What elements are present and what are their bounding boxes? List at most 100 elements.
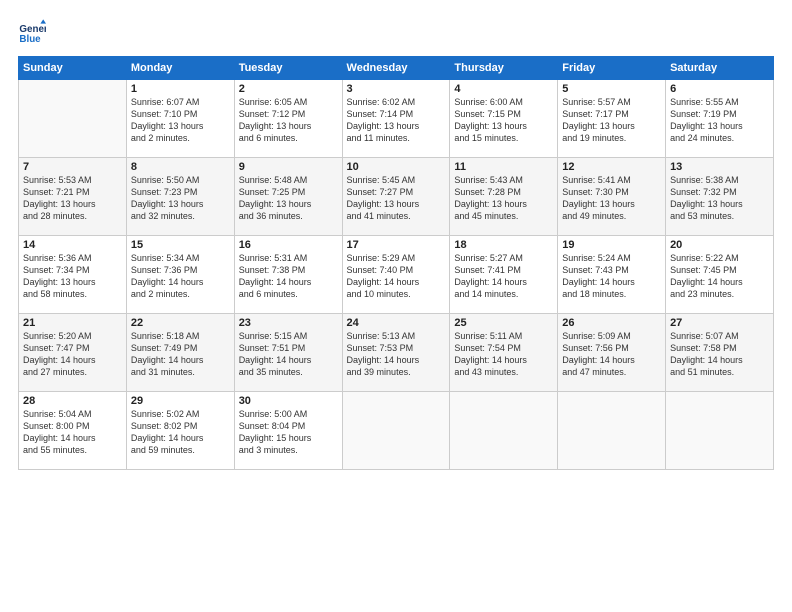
cell-info: Sunrise: 5:50 AM Sunset: 7:23 PM Dayligh… (131, 174, 230, 223)
calendar-row-0: 1Sunrise: 6:07 AM Sunset: 7:10 PM Daylig… (19, 80, 774, 158)
calendar-cell (666, 392, 774, 470)
calendar-cell: 26Sunrise: 5:09 AM Sunset: 7:56 PM Dayli… (558, 314, 666, 392)
calendar-cell: 9Sunrise: 5:48 AM Sunset: 7:25 PM Daylig… (234, 158, 342, 236)
cell-info: Sunrise: 5:31 AM Sunset: 7:38 PM Dayligh… (239, 252, 338, 301)
cell-info: Sunrise: 5:57 AM Sunset: 7:17 PM Dayligh… (562, 96, 661, 145)
cell-info: Sunrise: 5:20 AM Sunset: 7:47 PM Dayligh… (23, 330, 122, 379)
day-number: 23 (239, 317, 338, 329)
calendar-row-4: 28Sunrise: 5:04 AM Sunset: 8:00 PM Dayli… (19, 392, 774, 470)
logo: General Blue (18, 18, 46, 46)
day-number: 1 (131, 83, 230, 95)
cell-info: Sunrise: 5:22 AM Sunset: 7:45 PM Dayligh… (670, 252, 769, 301)
calendar-cell: 15Sunrise: 5:34 AM Sunset: 7:36 PM Dayli… (126, 236, 234, 314)
day-number: 15 (131, 239, 230, 251)
calendar-table: SundayMondayTuesdayWednesdayThursdayFrid… (18, 56, 774, 470)
cell-info: Sunrise: 6:07 AM Sunset: 7:10 PM Dayligh… (131, 96, 230, 145)
calendar-cell: 14Sunrise: 5:36 AM Sunset: 7:34 PM Dayli… (19, 236, 127, 314)
day-number: 10 (347, 161, 446, 173)
calendar-cell: 19Sunrise: 5:24 AM Sunset: 7:43 PM Dayli… (558, 236, 666, 314)
calendar-cell: 6Sunrise: 5:55 AM Sunset: 7:19 PM Daylig… (666, 80, 774, 158)
calendar-cell: 3Sunrise: 6:02 AM Sunset: 7:14 PM Daylig… (342, 80, 450, 158)
day-number: 6 (670, 83, 769, 95)
calendar-cell: 11Sunrise: 5:43 AM Sunset: 7:28 PM Dayli… (450, 158, 558, 236)
calendar-cell: 13Sunrise: 5:38 AM Sunset: 7:32 PM Dayli… (666, 158, 774, 236)
cell-info: Sunrise: 5:36 AM Sunset: 7:34 PM Dayligh… (23, 252, 122, 301)
day-number: 21 (23, 317, 122, 329)
cell-info: Sunrise: 5:13 AM Sunset: 7:53 PM Dayligh… (347, 330, 446, 379)
cell-info: Sunrise: 5:38 AM Sunset: 7:32 PM Dayligh… (670, 174, 769, 223)
weekday-header-wednesday: Wednesday (342, 57, 450, 80)
cell-info: Sunrise: 6:02 AM Sunset: 7:14 PM Dayligh… (347, 96, 446, 145)
calendar-cell: 5Sunrise: 5:57 AM Sunset: 7:17 PM Daylig… (558, 80, 666, 158)
calendar-cell: 24Sunrise: 5:13 AM Sunset: 7:53 PM Dayli… (342, 314, 450, 392)
cell-info: Sunrise: 6:05 AM Sunset: 7:12 PM Dayligh… (239, 96, 338, 145)
calendar-cell: 18Sunrise: 5:27 AM Sunset: 7:41 PM Dayli… (450, 236, 558, 314)
calendar-cell: 28Sunrise: 5:04 AM Sunset: 8:00 PM Dayli… (19, 392, 127, 470)
day-number: 17 (347, 239, 446, 251)
day-number: 8 (131, 161, 230, 173)
calendar-cell (450, 392, 558, 470)
cell-info: Sunrise: 5:29 AM Sunset: 7:40 PM Dayligh… (347, 252, 446, 301)
weekday-header-monday: Monday (126, 57, 234, 80)
svg-text:Blue: Blue (19, 34, 41, 45)
calendar-cell: 21Sunrise: 5:20 AM Sunset: 7:47 PM Dayli… (19, 314, 127, 392)
calendar-cell: 23Sunrise: 5:15 AM Sunset: 7:51 PM Dayli… (234, 314, 342, 392)
logo-icon: General Blue (18, 18, 46, 46)
day-number: 22 (131, 317, 230, 329)
cell-info: Sunrise: 5:27 AM Sunset: 7:41 PM Dayligh… (454, 252, 553, 301)
calendar-cell: 27Sunrise: 5:07 AM Sunset: 7:58 PM Dayli… (666, 314, 774, 392)
day-number: 14 (23, 239, 122, 251)
cell-info: Sunrise: 5:48 AM Sunset: 7:25 PM Dayligh… (239, 174, 338, 223)
weekday-header-sunday: Sunday (19, 57, 127, 80)
calendar-row-2: 14Sunrise: 5:36 AM Sunset: 7:34 PM Dayli… (19, 236, 774, 314)
calendar-row-3: 21Sunrise: 5:20 AM Sunset: 7:47 PM Dayli… (19, 314, 774, 392)
calendar-cell: 7Sunrise: 5:53 AM Sunset: 7:21 PM Daylig… (19, 158, 127, 236)
cell-info: Sunrise: 5:34 AM Sunset: 7:36 PM Dayligh… (131, 252, 230, 301)
cell-info: Sunrise: 5:53 AM Sunset: 7:21 PM Dayligh… (23, 174, 122, 223)
cell-info: Sunrise: 5:43 AM Sunset: 7:28 PM Dayligh… (454, 174, 553, 223)
day-number: 4 (454, 83, 553, 95)
calendar-row-1: 7Sunrise: 5:53 AM Sunset: 7:21 PM Daylig… (19, 158, 774, 236)
calendar-cell (19, 80, 127, 158)
calendar-cell: 30Sunrise: 5:00 AM Sunset: 8:04 PM Dayli… (234, 392, 342, 470)
calendar-cell: 20Sunrise: 5:22 AM Sunset: 7:45 PM Dayli… (666, 236, 774, 314)
weekday-header-tuesday: Tuesday (234, 57, 342, 80)
calendar-cell: 12Sunrise: 5:41 AM Sunset: 7:30 PM Dayli… (558, 158, 666, 236)
day-number: 11 (454, 161, 553, 173)
cell-info: Sunrise: 5:45 AM Sunset: 7:27 PM Dayligh… (347, 174, 446, 223)
cell-info: Sunrise: 5:04 AM Sunset: 8:00 PM Dayligh… (23, 408, 122, 457)
day-number: 26 (562, 317, 661, 329)
calendar-page: General Blue SundayMondayTuesdayWednesda… (0, 0, 792, 612)
calendar-cell: 8Sunrise: 5:50 AM Sunset: 7:23 PM Daylig… (126, 158, 234, 236)
weekday-header-thursday: Thursday (450, 57, 558, 80)
cell-info: Sunrise: 5:18 AM Sunset: 7:49 PM Dayligh… (131, 330, 230, 379)
calendar-cell: 17Sunrise: 5:29 AM Sunset: 7:40 PM Dayli… (342, 236, 450, 314)
header: General Blue (18, 18, 774, 46)
calendar-cell: 2Sunrise: 6:05 AM Sunset: 7:12 PM Daylig… (234, 80, 342, 158)
calendar-cell: 25Sunrise: 5:11 AM Sunset: 7:54 PM Dayli… (450, 314, 558, 392)
day-number: 5 (562, 83, 661, 95)
day-number: 13 (670, 161, 769, 173)
calendar-cell: 1Sunrise: 6:07 AM Sunset: 7:10 PM Daylig… (126, 80, 234, 158)
weekday-header-saturday: Saturday (666, 57, 774, 80)
weekday-header-friday: Friday (558, 57, 666, 80)
day-number: 29 (131, 395, 230, 407)
day-number: 25 (454, 317, 553, 329)
cell-info: Sunrise: 5:00 AM Sunset: 8:04 PM Dayligh… (239, 408, 338, 457)
day-number: 7 (23, 161, 122, 173)
calendar-cell: 22Sunrise: 5:18 AM Sunset: 7:49 PM Dayli… (126, 314, 234, 392)
cell-info: Sunrise: 5:15 AM Sunset: 7:51 PM Dayligh… (239, 330, 338, 379)
day-number: 28 (23, 395, 122, 407)
calendar-cell: 29Sunrise: 5:02 AM Sunset: 8:02 PM Dayli… (126, 392, 234, 470)
day-number: 20 (670, 239, 769, 251)
calendar-cell (342, 392, 450, 470)
cell-info: Sunrise: 5:41 AM Sunset: 7:30 PM Dayligh… (562, 174, 661, 223)
day-number: 2 (239, 83, 338, 95)
day-number: 16 (239, 239, 338, 251)
calendar-cell: 4Sunrise: 6:00 AM Sunset: 7:15 PM Daylig… (450, 80, 558, 158)
day-number: 12 (562, 161, 661, 173)
calendar-body: 1Sunrise: 6:07 AM Sunset: 7:10 PM Daylig… (19, 80, 774, 470)
cell-info: Sunrise: 5:02 AM Sunset: 8:02 PM Dayligh… (131, 408, 230, 457)
calendar-cell (558, 392, 666, 470)
cell-info: Sunrise: 6:00 AM Sunset: 7:15 PM Dayligh… (454, 96, 553, 145)
